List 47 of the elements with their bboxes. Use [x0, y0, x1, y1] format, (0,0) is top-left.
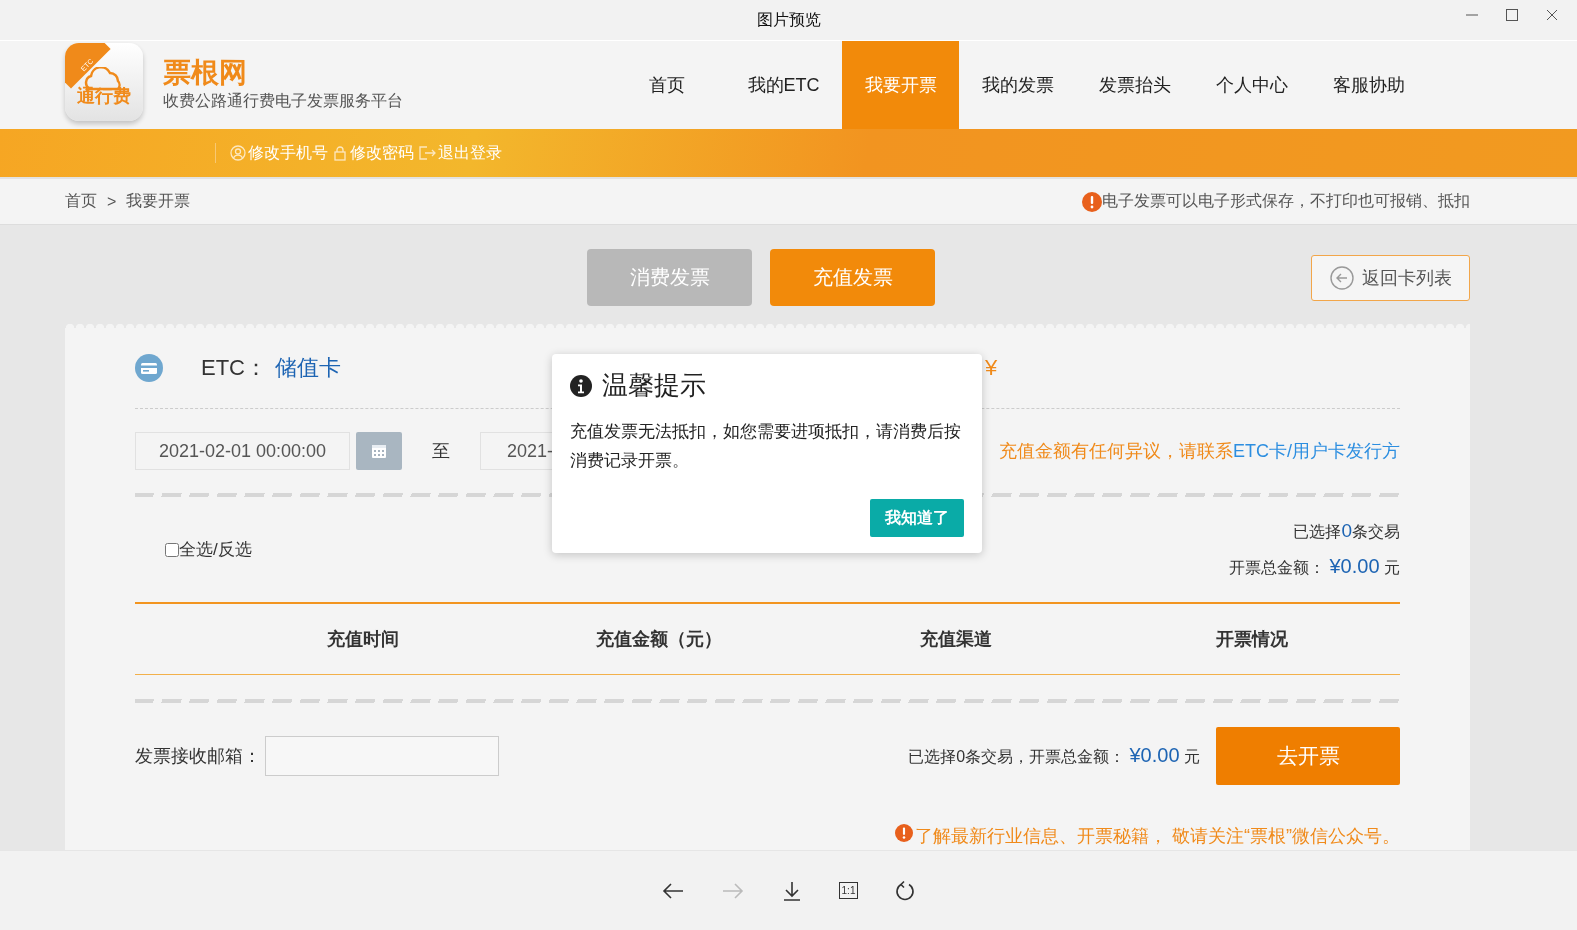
breadcrumb-separator: > — [107, 192, 117, 211]
column-header: 充值金额（元） — [595, 628, 724, 651]
calendar-icon — [370, 442, 388, 460]
info-icon — [570, 374, 592, 397]
card-icon — [135, 354, 163, 382]
card-label: ETC： — [201, 354, 267, 382]
column-header: 开票情况 — [1214, 628, 1289, 651]
nav-item[interactable]: 我的ETC — [725, 41, 842, 129]
warning-icon — [1082, 191, 1102, 212]
window-title: 图片预览 — [756, 9, 821, 30]
card-number: 储值卡 — [275, 354, 341, 382]
logout-icon — [418, 145, 436, 161]
maximize-icon[interactable] — [1505, 8, 1519, 22]
nav-item[interactable]: 首页 — [608, 41, 725, 129]
actual-size-button[interactable]: 1:1 — [838, 882, 859, 899]
email-field[interactable] — [265, 736, 499, 776]
footer-summary-text: 已选择0条交易，开票总金额： ¥0.00 元 — [908, 744, 1200, 768]
back-arrow-icon[interactable] — [660, 880, 685, 901]
brand-name: 票根网 — [163, 58, 248, 89]
column-header: 充值时间 — [326, 628, 401, 651]
range-separator: 至 — [432, 440, 450, 463]
back-button[interactable]: 返回卡列表 — [1311, 255, 1470, 301]
email-label: 发票接收邮箱： — [135, 745, 261, 768]
follow-note: 了解最新行业信息、开票秘籍， 敬请关注“票根”微信公众号。 — [915, 825, 1400, 848]
hint-text: 充值金额有任何异议，请联系ETC卡/用户卡发行方 — [999, 440, 1400, 463]
card-balance: ¥ — [985, 355, 998, 381]
dialog-message: 充值发票无法抵扣，如您需要进项抵扣，请消费后按消费记录开票。 — [570, 421, 962, 472]
nav-item[interactable]: 个人中心 — [1193, 41, 1310, 129]
dialog-title: 温馨提示 — [602, 369, 706, 402]
nav-item[interactable]: 客服协助 — [1310, 41, 1427, 129]
nav-item[interactable]: 发票抬头 — [1076, 41, 1193, 129]
user-icon — [230, 145, 246, 161]
warning-icon — [895, 824, 913, 842]
notice-text: 电子发票可以电子形式保存，不打印也可报销、抵扣 — [1102, 191, 1470, 211]
total-amount-text: 开票总金额： ¥0.00 元 — [1229, 555, 1400, 579]
start-date-field[interactable]: 2021-02-01 00:00:00 — [135, 432, 350, 470]
lock-icon — [332, 145, 348, 161]
breadcrumb-link[interactable]: 我要开票 — [126, 191, 191, 212]
close-icon[interactable] — [1545, 8, 1559, 22]
breadcrumb-link[interactable]: 首页 — [65, 191, 97, 212]
column-header: 充值渠道 — [918, 628, 993, 651]
select-all-checkbox[interactable] — [165, 542, 179, 557]
rotate-icon[interactable] — [894, 879, 917, 902]
brand-subtitle: 收费公路通行费电子发票服务平台 — [163, 90, 403, 111]
nav-item[interactable]: 我的发票 — [959, 41, 1076, 129]
selected-count-text: 已选择0条交易 — [1293, 520, 1400, 543]
select-all-label: 全选/反选 — [179, 539, 252, 561]
